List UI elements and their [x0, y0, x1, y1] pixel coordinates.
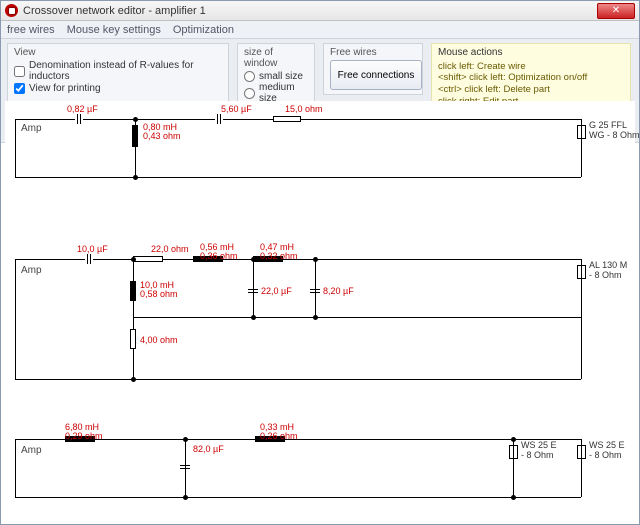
- network-2: Amp 10,0 µF 22,0 ohm 0,56 mH0,36 ohm 0,4…: [5, 241, 633, 391]
- menu-freewires[interactable]: free wires: [7, 24, 55, 36]
- capacitor-icon: [75, 114, 83, 124]
- app-window: Crossover network editor - amplifier 1 ✕…: [0, 0, 640, 525]
- speaker-icon: [577, 445, 586, 459]
- mouse-l3: <ctrl> click left: Delete part: [438, 84, 624, 96]
- chk-print[interactable]: [14, 83, 25, 94]
- speaker-label: G 25 FFL WG - 8 Ohm: [589, 121, 640, 141]
- app-icon: [5, 4, 18, 17]
- capacitor-icon: [248, 287, 258, 295]
- mouse-l2: <shift> click left: Optimization on/off: [438, 72, 624, 84]
- speaker-icon: [577, 125, 586, 139]
- resistor-icon: [130, 329, 136, 349]
- chk-print-row[interactable]: View for printing: [14, 83, 222, 94]
- resistor-icon: [273, 116, 301, 122]
- capacitor-icon: [310, 287, 320, 295]
- capacitor-icon: [180, 463, 190, 471]
- amp-label: Amp: [21, 123, 42, 134]
- titlebar: Crossover network editor - amplifier 1 ✕: [1, 1, 639, 21]
- schematic-canvas[interactable]: 0,82 µF 0,80 mH0,43 ohm 5,60 µF 15,0 ohm…: [5, 101, 635, 520]
- cs2-label: 8,20 µF: [323, 287, 354, 296]
- resistor-icon: [133, 256, 163, 262]
- radio-medium[interactable]: [244, 88, 255, 99]
- chk-denom[interactable]: [14, 66, 25, 77]
- radio-small[interactable]: [244, 71, 255, 82]
- free-connections-button[interactable]: Free connections: [330, 60, 422, 90]
- inductor-icon: [132, 125, 138, 147]
- network-3: Amp 6,80 mH0,29 ohm 82,0 µF 0,33 mH0,26 …: [5, 421, 633, 511]
- speaker2-label: WS 25 E - 8 Ohm: [589, 441, 625, 461]
- capacitor-icon: [85, 254, 93, 264]
- amp-label: Amp: [21, 265, 42, 276]
- size-title: size of window: [244, 47, 308, 69]
- rs1-label: 4,00 ohm: [140, 336, 178, 345]
- inductor-icon: [130, 281, 136, 301]
- cs1-label: 22,0 µF: [261, 287, 292, 296]
- l1-label: 0,80 mH0,43 ohm: [143, 123, 181, 142]
- network-1: 0,82 µF 0,80 mH0,43 ohm 5,60 µF 15,0 ohm…: [5, 101, 633, 191]
- speaker-icon: [509, 445, 518, 459]
- radio-small-row[interactable]: small size: [244, 71, 308, 82]
- menu-mousekeys[interactable]: Mouse key settings: [67, 24, 161, 36]
- speaker-label: AL 130 M - 8 Ohm: [589, 261, 627, 281]
- ls1-label: 10,0 mH0,58 ohm: [140, 281, 178, 300]
- mouse-title: Mouse actions: [438, 47, 624, 60]
- view-group: View Denomination instead of R-values fo…: [7, 43, 229, 102]
- menu-optimization[interactable]: Optimization: [173, 24, 234, 36]
- capacitor-icon: [215, 114, 223, 124]
- r1-label: 15,0 ohm: [285, 105, 323, 114]
- chk-denom-row[interactable]: Denomination instead of R-values for ind…: [14, 60, 222, 82]
- freewires-group: Free wires Free connections: [323, 43, 423, 95]
- cs1-label: 82,0 µF: [193, 445, 224, 454]
- c2-label: 5,60 µF: [221, 105, 252, 114]
- mouse-l1: click left: Create wire: [438, 61, 624, 73]
- view-title: View: [14, 47, 222, 58]
- close-button[interactable]: ✕: [597, 3, 635, 19]
- amp-label: Amp: [21, 445, 42, 456]
- window-title: Crossover network editor - amplifier 1: [23, 5, 597, 17]
- speaker1-label: WS 25 E - 8 Ohm: [521, 441, 557, 461]
- r1-label: 22,0 ohm: [151, 245, 189, 254]
- c1-label: 0,82 µF: [67, 105, 98, 114]
- menubar: free wires Mouse key settings Optimizati…: [1, 21, 639, 39]
- speaker-icon: [577, 265, 586, 279]
- freewires-title: Free wires: [330, 47, 416, 58]
- c1-label: 10,0 µF: [77, 245, 108, 254]
